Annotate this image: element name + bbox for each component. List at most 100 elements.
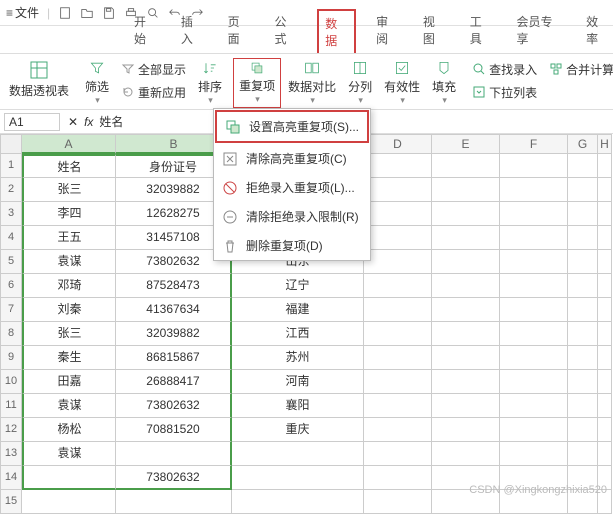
- cell[interactable]: [598, 322, 612, 346]
- cell[interactable]: [364, 370, 432, 394]
- cell[interactable]: [598, 178, 612, 202]
- fx-cancel-icon[interactable]: ✕: [68, 115, 78, 129]
- cell[interactable]: 73802632: [116, 394, 232, 418]
- cell[interactable]: 70881520: [116, 418, 232, 442]
- formula-value[interactable]: 姓名: [99, 113, 123, 130]
- cell[interactable]: [432, 370, 500, 394]
- cell[interactable]: [568, 226, 598, 250]
- cell[interactable]: [364, 418, 432, 442]
- fx-icon[interactable]: fx: [84, 115, 93, 129]
- cell[interactable]: [500, 298, 568, 322]
- dd-delete-dup[interactable]: 删除重复项(D): [214, 231, 370, 260]
- cell[interactable]: [598, 298, 612, 322]
- pivot-button[interactable]: 数据透视表: [4, 58, 74, 108]
- cell[interactable]: [364, 274, 432, 298]
- cell[interactable]: [500, 322, 568, 346]
- cell[interactable]: [364, 250, 432, 274]
- cell[interactable]: [500, 442, 568, 466]
- cell[interactable]: 87528473: [116, 274, 232, 298]
- cell[interactable]: 刘秦: [22, 298, 116, 322]
- dd-reject-dup[interactable]: 拒绝录入重复项(L)...: [214, 173, 370, 202]
- cell[interactable]: [568, 178, 598, 202]
- cell[interactable]: [568, 418, 598, 442]
- cell[interactable]: 73802632: [116, 466, 232, 490]
- cell[interactable]: [568, 442, 598, 466]
- cell[interactable]: 张三: [22, 322, 116, 346]
- cell[interactable]: 苏州: [232, 346, 364, 370]
- row-header[interactable]: 15: [0, 490, 22, 514]
- row-header[interactable]: 6: [0, 274, 22, 298]
- cell[interactable]: 江西: [232, 322, 364, 346]
- cell[interactable]: [22, 466, 116, 490]
- cell[interactable]: [598, 418, 612, 442]
- cell[interactable]: 26888417: [116, 370, 232, 394]
- cell[interactable]: 袁谋: [22, 442, 116, 466]
- open-icon[interactable]: [80, 6, 94, 20]
- cell[interactable]: [432, 346, 500, 370]
- cell[interactable]: 86815867: [116, 346, 232, 370]
- cell[interactable]: [598, 250, 612, 274]
- tab-insert[interactable]: 插入: [177, 7, 208, 53]
- cell[interactable]: [364, 298, 432, 322]
- sort-button[interactable]: 排序▾: [193, 58, 227, 108]
- cell[interactable]: [432, 178, 500, 202]
- tab-page[interactable]: 页面: [224, 7, 255, 53]
- cell[interactable]: [598, 202, 612, 226]
- find-input-button[interactable]: 查找录入: [467, 58, 542, 80]
- cell[interactable]: [568, 322, 598, 346]
- name-box[interactable]: A1: [4, 113, 60, 131]
- fill-button[interactable]: 填充▾: [427, 58, 461, 108]
- cell[interactable]: [500, 370, 568, 394]
- cell[interactable]: [364, 178, 432, 202]
- cell[interactable]: [598, 370, 612, 394]
- reapply-button[interactable]: 重新应用: [116, 81, 191, 103]
- cell[interactable]: 张三: [22, 178, 116, 202]
- row-header[interactable]: 8: [0, 322, 22, 346]
- cell[interactable]: [598, 394, 612, 418]
- valid-button[interactable]: 有效性▾: [379, 58, 425, 108]
- cell[interactable]: 福建: [232, 298, 364, 322]
- filter-button[interactable]: 筛选▾: [80, 58, 114, 108]
- tab-view[interactable]: 视图: [419, 7, 450, 53]
- cell[interactable]: [500, 394, 568, 418]
- row-header[interactable]: 9: [0, 346, 22, 370]
- row-header[interactable]: 11: [0, 394, 22, 418]
- cell[interactable]: [232, 466, 364, 490]
- cell[interactable]: 41367634: [116, 298, 232, 322]
- cell[interactable]: [432, 202, 500, 226]
- cell[interactable]: 重庆: [232, 418, 364, 442]
- split-button[interactable]: 分列▾: [343, 58, 377, 108]
- row-header[interactable]: 7: [0, 298, 22, 322]
- cell[interactable]: [598, 346, 612, 370]
- cell[interactable]: 河南: [232, 370, 364, 394]
- col-header-g[interactable]: G: [568, 134, 598, 154]
- cell[interactable]: [432, 394, 500, 418]
- menu-button[interactable]: ≡ 文件: [6, 4, 39, 21]
- cell[interactable]: [598, 442, 612, 466]
- duplicate-button[interactable]: 重复项▾: [233, 58, 281, 108]
- col-header-d[interactable]: D: [364, 134, 432, 154]
- compare-button[interactable]: 数据对比▾: [283, 58, 341, 108]
- cell[interactable]: [500, 346, 568, 370]
- cell[interactable]: 邓琦: [22, 274, 116, 298]
- dd-clear-reject[interactable]: 清除拒绝录入限制(R): [214, 202, 370, 231]
- show-all-button[interactable]: 全部显示: [116, 58, 191, 80]
- merge-calc-button[interactable]: 合并计算: [544, 58, 613, 80]
- cell[interactable]: [500, 178, 568, 202]
- cell[interactable]: [568, 346, 598, 370]
- cell[interactable]: [568, 274, 598, 298]
- cell[interactable]: 李四: [22, 202, 116, 226]
- cell[interactable]: [432, 322, 500, 346]
- cell[interactable]: [432, 418, 500, 442]
- row-header[interactable]: 12: [0, 418, 22, 442]
- cell[interactable]: [116, 442, 232, 466]
- row-header[interactable]: 4: [0, 226, 22, 250]
- row-header[interactable]: 2: [0, 178, 22, 202]
- tab-start[interactable]: 开始: [130, 7, 161, 53]
- cell[interactable]: [568, 298, 598, 322]
- col-header-e[interactable]: E: [432, 134, 500, 154]
- cell[interactable]: [432, 226, 500, 250]
- cell[interactable]: [500, 202, 568, 226]
- cell[interactable]: [500, 418, 568, 442]
- cell[interactable]: [364, 490, 432, 514]
